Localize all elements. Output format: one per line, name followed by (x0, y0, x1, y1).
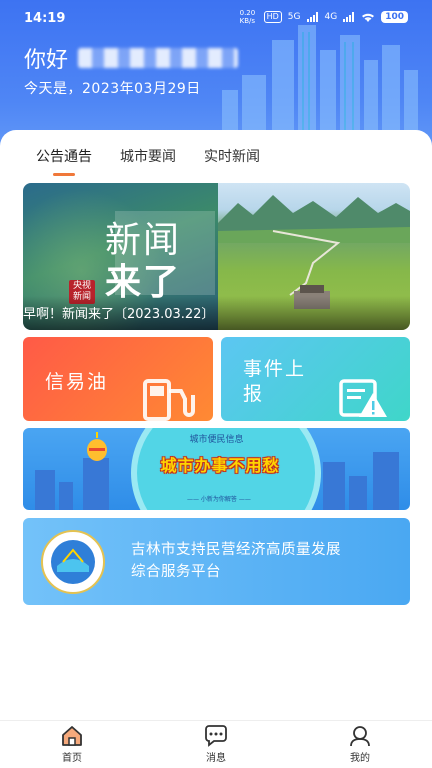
chat-bubble-icon (205, 725, 227, 747)
fuel-pump-icon (143, 379, 195, 421)
platform-title-line1: 吉林市支持民营经济高质量发展 (131, 542, 341, 558)
hd-badge: HD (263, 11, 282, 23)
nav-messages[interactable]: 消息 (186, 725, 246, 764)
building-decoration (59, 482, 73, 510)
platform-title-line2: 综合服务平台 (131, 564, 221, 580)
wifi-icon (362, 13, 375, 22)
user-profile-icon (350, 726, 370, 747)
city-info-banner[interactable]: 城市便民信息 城市办事不用愁 —— 小新为你解答 —— (23, 428, 410, 510)
nav-messages-label: 消息 (206, 753, 226, 764)
tab-live-news[interactable]: 实时新闻 (204, 146, 260, 176)
city-skyline-illustration (222, 25, 418, 140)
nav-mine-label: 我的 (350, 753, 370, 764)
oil-tile-label: 信易油 (45, 371, 109, 393)
report-warning-icon (339, 379, 387, 417)
building-decoration (323, 462, 345, 510)
nav-mine[interactable]: 我的 (330, 725, 390, 764)
status-bar: 14:19 0.20 KB/s HD 5G 4G 100 (0, 0, 432, 36)
bottom-navigation: 首页 消息 我的 (0, 720, 432, 768)
tab-city-news[interactable]: 城市要闻 (120, 146, 176, 176)
status-time: 14:19 (24, 11, 66, 26)
platform-logo (41, 530, 105, 594)
city-info-big-title: 城市办事不用愁 (160, 456, 280, 475)
greeting-row: 你好 (24, 42, 239, 74)
network-speed: 0.20 KB/s (239, 9, 256, 25)
tab-announcements[interactable]: 公告通告 (36, 146, 92, 176)
nav-home[interactable]: 首页 (42, 725, 102, 764)
news-banner[interactable]: 新闻 来了 央视 新闻 早啊！新闻来了〔2023.03.22〕 (23, 183, 410, 330)
banner-caption-text: 早啊！新闻来了〔2023.03.22〕 (23, 307, 215, 322)
signal-icon (306, 12, 318, 22)
building-decoration (373, 452, 399, 510)
news-tabs: 公告通告 城市要闻 实时新闻 (36, 146, 260, 176)
nav-home-label: 首页 (62, 753, 82, 764)
platform-text: 吉林市支持民营经济高质量发展 综合服务平台 (131, 539, 341, 583)
oil-service-tile[interactable]: 信易油 (23, 337, 213, 421)
signal-icon-2 (343, 12, 355, 22)
date-text: 今天是，2023年03月29日 (24, 81, 201, 97)
greeting-text: 你好 (24, 48, 69, 73)
event-report-tile[interactable]: 事件上报 (221, 337, 410, 421)
banner-caption: 早啊！新闻来了〔2023.03.22〕 (23, 296, 410, 330)
signal-4g: 4G (324, 12, 338, 22)
battery-indicator: 100 (381, 11, 408, 23)
building-decoration (35, 470, 55, 510)
signal-5g: 5G (287, 12, 301, 22)
report-tile-label: 事件上报 (243, 358, 307, 405)
platform-emblem-icon (51, 540, 95, 584)
user-name-redacted (78, 48, 239, 68)
city-info-small-title: 城市便民信息 (189, 435, 244, 445)
city-info-subtitle: —— 小新为你解答 —— (187, 496, 251, 503)
main-content: 公告通告 城市要闻 实时新闻 新闻 来了 央视 新闻 早啊！新闻来了〔2023.… (0, 130, 432, 720)
building-decoration (349, 476, 367, 510)
service-platform-banner[interactable]: 吉林市支持民营经济高质量发展 综合服务平台 (23, 518, 410, 605)
home-icon (62, 726, 82, 746)
